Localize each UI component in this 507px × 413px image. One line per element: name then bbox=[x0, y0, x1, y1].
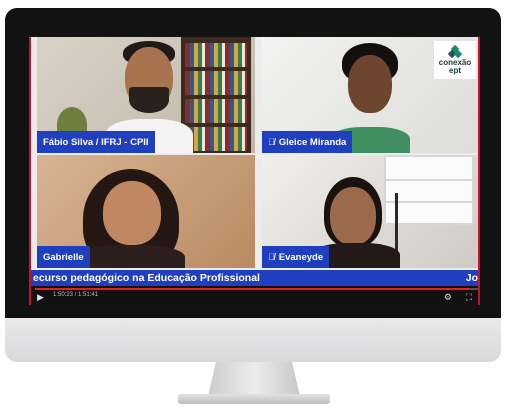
participant-name: Fábio Silva / IFRJ - CPII bbox=[43, 136, 149, 148]
caption-text: ecurso pedagógico na Educação Profission… bbox=[33, 272, 260, 284]
video-call-screen: Fábio Silva / IFRJ - CPII conexão ept 🎙̸… bbox=[29, 37, 480, 305]
monitor-chin bbox=[5, 318, 501, 362]
desk-lamp bbox=[395, 193, 422, 253]
caption-right-fragment: Jo bbox=[465, 272, 478, 284]
time-display: 1:50:23 / 1:51:41 bbox=[53, 292, 99, 298]
mic-off-icon: 🎙̸ bbox=[268, 252, 275, 262]
participant-tile-3[interactable]: Gabrielle bbox=[37, 155, 255, 268]
mic-off-icon: 🎙̸ bbox=[268, 137, 275, 147]
progress-fill bbox=[35, 288, 470, 290]
participant-tile-2[interactable]: conexão ept 🎙̸ Gleice Miranda bbox=[262, 37, 478, 153]
participant-name: Evaneyde bbox=[278, 251, 324, 263]
participant-name: Gleice Miranda bbox=[278, 136, 347, 148]
participant-name-tag: 🎙̸ Evaneyde bbox=[262, 246, 330, 268]
participant-tile-4[interactable]: 🎙̸ Evaneyde bbox=[262, 155, 478, 268]
participant-name-tag: Fábio Silva / IFRJ - CPII bbox=[37, 131, 155, 153]
progress-bar[interactable] bbox=[35, 288, 478, 290]
logo-text: conexão ept bbox=[438, 57, 472, 75]
participant-tile-1[interactable]: Fábio Silva / IFRJ - CPII bbox=[37, 37, 255, 153]
caption-ticker: ecurso pedagógico na Educação Profission… bbox=[31, 270, 478, 286]
participant-name-tag: Gabrielle bbox=[37, 246, 90, 268]
settings-icon[interactable]: ⚙ bbox=[444, 291, 452, 303]
play-icon[interactable]: ▶ bbox=[37, 291, 44, 303]
video-player-controls: ▶ 1:50:23 / 1:51:41 ⚙ ⛶ bbox=[31, 286, 478, 305]
monitor-stand bbox=[208, 362, 300, 396]
fullscreen-icon[interactable]: ⛶ bbox=[466, 291, 472, 303]
participant-name: Gabrielle bbox=[43, 251, 84, 263]
monitor-stand-base bbox=[178, 394, 330, 404]
logo-mark-icon bbox=[447, 44, 463, 58]
conexao-ept-logo: conexão ept bbox=[434, 41, 476, 79]
participant-name-tag: 🎙̸ Gleice Miranda bbox=[262, 131, 353, 153]
